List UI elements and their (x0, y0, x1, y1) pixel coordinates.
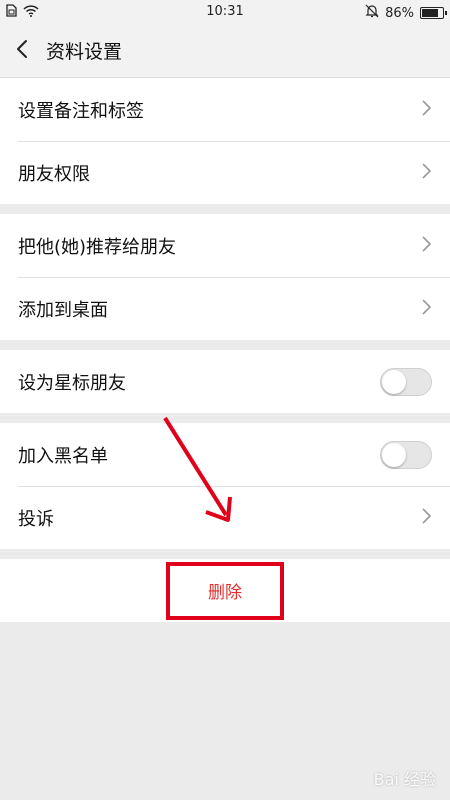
row-label: 设为星标朋友 (18, 372, 126, 394)
row-star-friend: 设为星标朋友 (0, 350, 450, 413)
delete-section: 删除 (0, 559, 450, 622)
row-label: 投诉 (18, 508, 54, 530)
battery-percent: 86% (385, 5, 414, 21)
delete-button[interactable]: 删除 (166, 561, 284, 620)
row-blacklist: 加入黑名单 (0, 423, 450, 486)
battery-icon (420, 7, 447, 19)
toggle-knob (382, 369, 406, 394)
chevron-left-icon (16, 39, 28, 63)
mute-bell-icon (365, 4, 379, 22)
row-complain[interactable]: 投诉 (0, 486, 450, 549)
row-recommend-to-friend[interactable]: 把他(她)推荐给朋友 (0, 214, 450, 277)
section-gap (0, 413, 450, 423)
row-label: 设置备注和标签 (18, 100, 144, 122)
row-remark-tags[interactable]: 设置备注和标签 (0, 78, 450, 141)
section-gap (0, 549, 450, 559)
chevron-right-icon (420, 162, 432, 184)
settings-group-3: 设为星标朋友 (0, 350, 450, 413)
blacklist-toggle[interactable] (380, 440, 432, 469)
chevron-right-icon (420, 235, 432, 257)
settings-group-4: 加入黑名单 投诉 (0, 423, 450, 549)
row-add-to-desktop[interactable]: 添加到桌面 (0, 277, 450, 340)
back-button[interactable] (0, 24, 44, 78)
row-label: 把他(她)推荐给朋友 (18, 236, 177, 258)
row-label: 添加到桌面 (18, 299, 108, 321)
chevron-right-icon (420, 99, 432, 121)
chevron-right-icon (420, 507, 432, 529)
row-friend-permissions[interactable]: 朋友权限 (0, 141, 450, 204)
nav-bar: 资料设置 (0, 24, 450, 78)
chevron-right-icon (420, 298, 432, 320)
status-bar: 10:31 86% (0, 0, 450, 24)
watermark: Bai 经验 (373, 770, 436, 789)
row-label: 加入黑名单 (18, 445, 108, 467)
section-gap (0, 204, 450, 214)
delete-label: 删除 (208, 583, 242, 603)
toggle-knob (382, 442, 406, 467)
star-friend-toggle[interactable] (380, 367, 432, 396)
section-gap (0, 340, 450, 350)
row-label: 朋友权限 (18, 163, 90, 185)
page-title: 资料设置 (46, 41, 123, 63)
settings-group-2: 把他(她)推荐给朋友 添加到桌面 (0, 214, 450, 340)
settings-group-1: 设置备注和标签 朋友权限 (0, 78, 450, 204)
battery-fill (422, 9, 439, 17)
